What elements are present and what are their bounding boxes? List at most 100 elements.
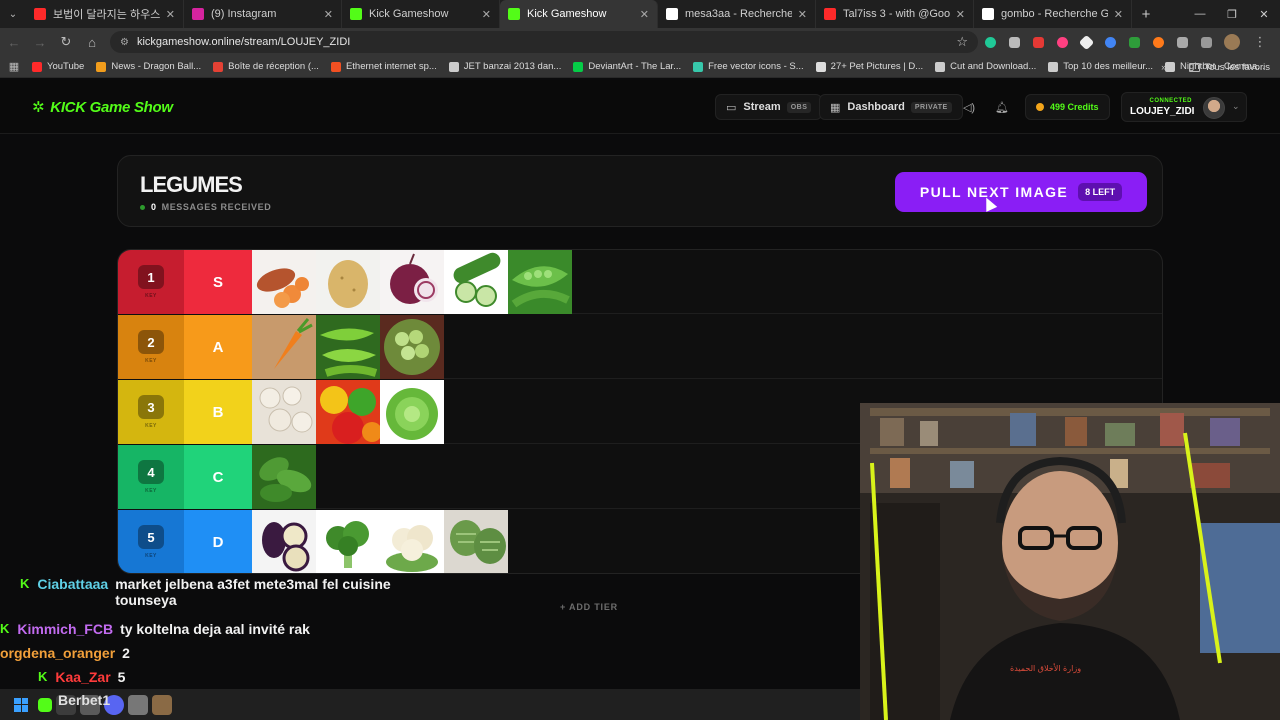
tier-key[interactable]: 1 KEY xyxy=(118,250,184,314)
chevron-down-icon: ⌄ xyxy=(1232,101,1240,111)
broccoli-image[interactable] xyxy=(316,510,380,573)
site-info-icon[interactable]: ⚙ xyxy=(120,37,129,48)
stream-button[interactable]: ▭ Stream OBS xyxy=(715,94,823,120)
back-icon[interactable]: ← xyxy=(2,30,26,54)
home-icon[interactable]: ⌂ xyxy=(80,30,104,54)
close-tab-icon[interactable]: ✕ xyxy=(798,8,807,21)
sweet-potato-image[interactable] xyxy=(252,250,316,314)
tier-key[interactable]: 3 KEY xyxy=(118,380,184,444)
close-tab-icon[interactable]: ✕ xyxy=(956,8,965,21)
remaining-badge: 8 LEFT xyxy=(1078,183,1123,201)
cucumber-image[interactable] xyxy=(444,250,508,314)
bookmark-item[interactable]: DeviantArt - The Lar... xyxy=(573,61,681,72)
close-tab-icon[interactable]: ✕ xyxy=(482,8,491,21)
windows-taskbar xyxy=(0,689,860,720)
tier-key[interactable]: 2 KEY xyxy=(118,315,184,379)
browser-tab[interactable]: (9) Instagram ✕ xyxy=(184,0,342,28)
profile-avatar[interactable] xyxy=(1224,34,1240,50)
user-menu[interactable]: CONNECTED LOUJEY_ZIDI ⌄ xyxy=(1121,92,1247,122)
close-tab-icon[interactable]: ✕ xyxy=(640,8,649,21)
browser-menu-icon[interactable]: ⋮ xyxy=(1248,30,1272,54)
dashboard-button[interactable]: ▦ Dashboard PRIVATE xyxy=(819,94,963,120)
sound-icon[interactable]: ◁) xyxy=(956,94,982,120)
kick-badge-icon: K xyxy=(20,576,30,591)
extensions-puzzle-icon[interactable] xyxy=(1170,30,1194,54)
tier-key[interactable]: 5 KEY xyxy=(118,510,184,573)
reload-icon[interactable]: ↻ xyxy=(54,30,78,54)
all-bookmarks[interactable]: Tous les favoris xyxy=(1205,62,1270,73)
bookmark-label: News - Dragon Ball... xyxy=(111,61,202,72)
bookmark-label: 27+ Pet Pictures | D... xyxy=(830,61,924,72)
chat-overlay-nick-peek: Berbet1 xyxy=(58,692,111,708)
eggplant-image[interactable] xyxy=(252,510,316,573)
browser-tab[interactable]: Tal7iss 3 - with @Goo8a - YouTube ✕ xyxy=(816,0,974,28)
browser-tab[interactable]: mesa3aa - Recherche Google ✕ xyxy=(658,0,816,28)
green-peppers-image[interactable] xyxy=(316,315,380,379)
extension-icon[interactable] xyxy=(1122,30,1146,54)
tier-label: C xyxy=(184,445,252,509)
tier-key[interactable]: 4 KEY xyxy=(118,445,184,509)
close-window-icon[interactable]: ✕ xyxy=(1248,0,1280,28)
bookmark-item[interactable]: 27+ Pet Pictures | D... xyxy=(815,61,924,72)
extension-icon[interactable] xyxy=(1050,30,1074,54)
more-bookmarks-icon[interactable]: » xyxy=(1161,62,1166,73)
red-onion-image[interactable] xyxy=(380,250,444,314)
tier-key-caption: KEY xyxy=(145,358,157,364)
tier-label: B xyxy=(184,380,252,444)
app-taskbar-icon[interactable] xyxy=(152,694,172,715)
maximize-icon[interactable]: ❐ xyxy=(1216,0,1248,28)
bell-peppers-image[interactable] xyxy=(316,380,380,444)
cauliflower-image[interactable] xyxy=(380,510,444,573)
browser-tab[interactable]: gombo - Recherche Google ✕ xyxy=(974,0,1132,28)
bookmark-item[interactable]: YouTube xyxy=(32,61,84,72)
bookmark-item[interactable]: News - Dragon Ball... xyxy=(96,61,201,72)
bookmark-item[interactable]: Ethernet internet sp... xyxy=(330,61,437,72)
close-tab-icon[interactable]: ✕ xyxy=(324,8,333,21)
bookmark-item[interactable]: Top 10 des meilleur... xyxy=(1048,61,1153,72)
extension-icon[interactable] xyxy=(978,30,1002,54)
extension-icon[interactable] xyxy=(1002,30,1026,54)
tier-key-number: 3 xyxy=(138,395,164,419)
bell-icon[interactable]: 🔔︎ xyxy=(989,94,1015,120)
address-bar[interactable]: ⚙ kickgameshow.online/stream/LOUJEY_ZIDI… xyxy=(110,31,978,53)
bookmark-star-icon[interactable]: ☆ xyxy=(956,34,968,50)
tier-key-caption: KEY xyxy=(145,488,157,494)
pull-next-image-button[interactable]: PULL NEXT IMAGE 8 LEFT xyxy=(895,172,1147,212)
reading-list-icon[interactable] xyxy=(1194,30,1218,54)
potato-image[interactable] xyxy=(316,250,380,314)
bookmark-item[interactable]: Free vector icons - S... xyxy=(693,61,804,72)
close-tab-icon[interactable]: ✕ xyxy=(166,8,175,21)
new-tab-button[interactable]: + xyxy=(1132,6,1160,23)
carrot-image[interactable] xyxy=(252,315,316,379)
browser-tab[interactable]: 보법이 달라지는 하우스 - YouTube ✕ xyxy=(26,0,184,28)
tier-items xyxy=(252,250,572,314)
kick-gameshow-logo[interactable]: ✲ KICK Game Show xyxy=(32,98,173,117)
bookmark-item[interactable]: Cut and Download... xyxy=(935,61,1036,72)
chat-username: Kimmich_FCB xyxy=(17,621,114,637)
bookmark-favicon-icon xyxy=(32,61,42,72)
extension-icon[interactable] xyxy=(1074,30,1098,54)
windows-start-icon[interactable] xyxy=(14,697,28,712)
bookmark-item[interactable]: Boîte de réception (... xyxy=(213,61,319,72)
close-tab-icon[interactable]: ✕ xyxy=(1114,8,1123,21)
spinach-image[interactable] xyxy=(252,445,316,509)
tab-search-icon[interactable]: ⌄ xyxy=(0,0,26,28)
apps-grid-icon[interactable]: ▦ xyxy=(2,55,26,79)
extension-icon[interactable] xyxy=(1098,30,1122,54)
bookmark-item[interactable]: JET banzai 2013 dan... xyxy=(448,61,561,72)
extension-icon[interactable] xyxy=(1146,30,1170,54)
extension-icon[interactable] xyxy=(1026,30,1050,54)
forward-icon[interactable]: → xyxy=(28,30,52,54)
kick-app-icon[interactable] xyxy=(38,697,52,712)
tab-title: Kick Gameshow xyxy=(369,8,449,20)
fava-beans-image[interactable] xyxy=(380,315,444,379)
lettuce-image[interactable] xyxy=(380,380,444,444)
browser-taskbar-icon[interactable] xyxy=(128,694,148,715)
green-peas-image[interactable] xyxy=(508,250,572,314)
browser-tab[interactable]: Kick Gameshow ✕ xyxy=(342,0,500,28)
browser-tab[interactable]: Kick Gameshow ✕ xyxy=(500,0,658,28)
artichoke-image[interactable] xyxy=(444,510,508,573)
minimize-icon[interactable]: — xyxy=(1184,0,1216,28)
credits-badge[interactable]: 499 Credits xyxy=(1025,94,1110,120)
mushrooms-image[interactable] xyxy=(252,380,316,444)
